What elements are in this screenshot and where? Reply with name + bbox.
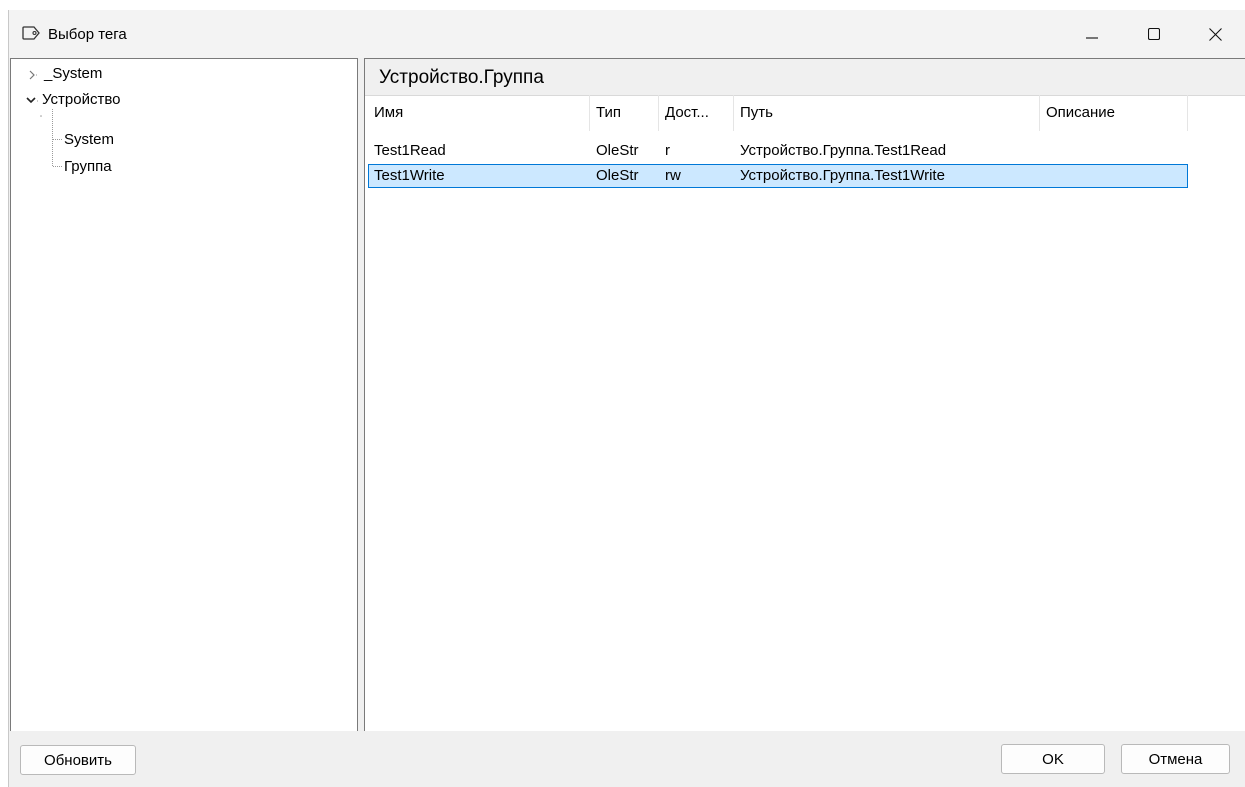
cell-type: OleStr: [596, 142, 639, 159]
refresh-button[interactable]: Обновить: [20, 745, 136, 775]
minimize-button[interactable]: [1069, 10, 1115, 58]
cell-name: Test1Read: [374, 142, 446, 159]
cell-type: OleStr: [596, 167, 639, 184]
column-header-description[interactable]: Описание: [1040, 95, 1188, 131]
tree-item-label: System: [64, 131, 115, 148]
cell-access: r: [665, 142, 670, 159]
table-row-selected[interactable]: Test1Write OleStr rw Устройство.Группа.T…: [368, 164, 1188, 188]
maximize-icon: [1148, 28, 1160, 40]
tree-item-device-system[interactable]: System: [64, 130, 114, 150]
close-button[interactable]: [1192, 10, 1238, 58]
cell-name: Test1Write: [374, 167, 445, 184]
current-path-title: Устройство.Группа: [379, 67, 544, 88]
tag-icon: [21, 25, 41, 41]
column-header-name[interactable]: Имя: [368, 95, 590, 131]
dialog-button-bar: Обновить OK Отмена: [9, 731, 1245, 787]
title-bar[interactable]: Выбор тега: [9, 10, 1245, 58]
table-row[interactable]: Test1Read OleStr r Устройство.Группа.Tes…: [368, 139, 1188, 163]
cell-path: Устройство.Группа.Test1Write: [740, 167, 945, 184]
column-header-path[interactable]: Путь: [734, 95, 1040, 131]
cell-path: Устройство.Группа.Test1Read: [740, 142, 947, 159]
tag-tree[interactable]: _System Устройство System Группа: [10, 58, 358, 733]
tree-item-label: Группа: [64, 158, 112, 175]
cell-access: rw: [665, 167, 681, 184]
tree-item-device-group[interactable]: Группа: [64, 157, 112, 177]
tag-selection-dialog: Выбор тега _System Устройство System Гру…: [8, 10, 1245, 787]
maximize-button[interactable]: [1131, 10, 1177, 58]
column-header-access[interactable]: Дост...: [659, 95, 734, 131]
minimize-icon: [1086, 37, 1098, 39]
panel-header: Устройство.Группа: [365, 59, 1245, 96]
ok-button[interactable]: OK: [1001, 744, 1105, 774]
tag-list-panel: Устройство.Группа Имя Тип Дост... Путь О…: [364, 58, 1245, 732]
cancel-button[interactable]: Отмена: [1121, 744, 1230, 774]
column-header-type[interactable]: Тип: [590, 95, 659, 131]
close-icon: [1208, 27, 1222, 41]
window-title: Выбор тега: [48, 26, 127, 43]
